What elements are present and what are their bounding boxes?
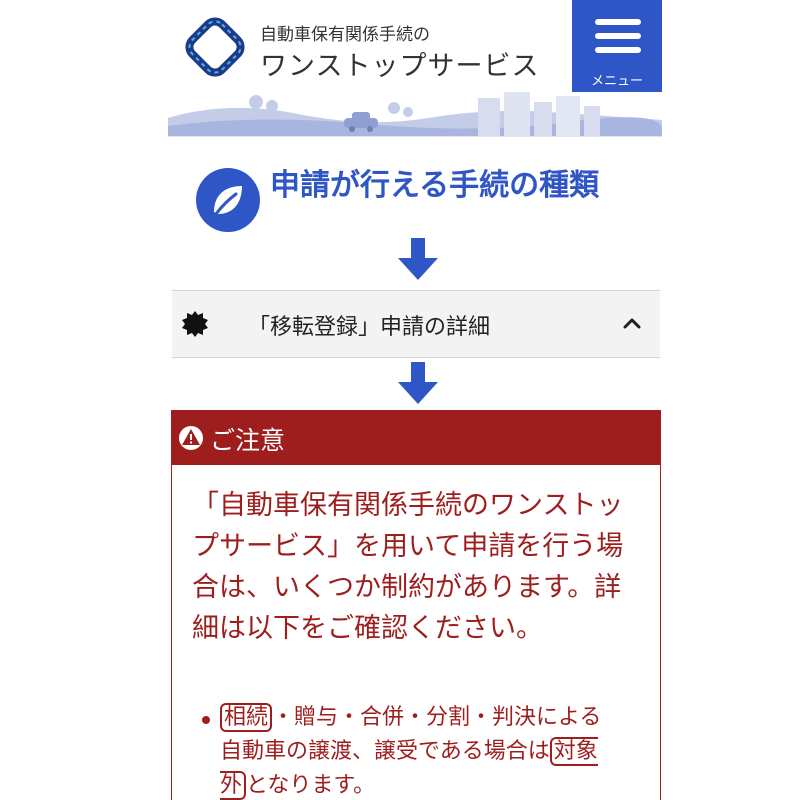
notice-box: ご注意 「自動車保有関係手続のワンストップサービス」を用いて申請を行う場合は、い…: [171, 410, 661, 800]
accordion-label: 「移転登録」申請の詳細: [248, 315, 491, 340]
hamburger-icon: [595, 19, 641, 61]
notice-bullet-item: 相続 ・贈与・合併・分割・判決による自動車の譲渡、譲受である場合は 対象外 となります…: [220, 701, 620, 800]
notice-header: ご注意: [172, 411, 660, 465]
bullet-dot: [202, 716, 210, 724]
chevron-up-icon[interactable]: [622, 315, 642, 331]
bullet-end-text: となります。: [246, 773, 376, 798]
site-logo-icon[interactable]: [182, 14, 248, 80]
site-header: 自動車保有関係手続の ワンストップサービス メニュー: [168, 0, 662, 92]
bullet-middle-text: ・贈与・合併・分割・判決による自動車の譲渡、譲受である場合は: [220, 705, 602, 764]
menu-label: メニュー: [590, 74, 643, 89]
gear-seal-icon: [182, 311, 208, 337]
down-arrow-icon: [398, 238, 438, 280]
transfer-registration-accordion[interactable]: 「移転登録」申請の詳細: [172, 290, 660, 358]
header-divider: [168, 136, 662, 137]
notice-title: ご注意: [210, 426, 286, 455]
notice-body-text: 「自動車保有関係手続のワンストップサービス」を用いて申請を行う場合は、いくつか制…: [192, 490, 624, 644]
down-arrow-icon: [398, 362, 438, 404]
main-column: 自動車保有関係手続の ワンストップサービス メニュー 申請が行える手続の種類 「…: [168, 0, 662, 800]
page: 自動車保有関係手続の ワンストップサービス メニュー 申請が行える手続の種類 「…: [0, 0, 800, 800]
menu-button[interactable]: メニュー: [572, 0, 662, 92]
warning-icon: [179, 426, 203, 450]
section-title: 申請が行える手続の種類: [270, 168, 600, 203]
leaf-icon: [196, 168, 260, 232]
city-scenery-illustration: [168, 92, 662, 136]
brand-subtitle: 自動車保有関係手続の: [260, 25, 430, 45]
brand-title: ワンストップサービス: [260, 51, 540, 82]
highlight-inheritance: 相続: [220, 703, 273, 732]
